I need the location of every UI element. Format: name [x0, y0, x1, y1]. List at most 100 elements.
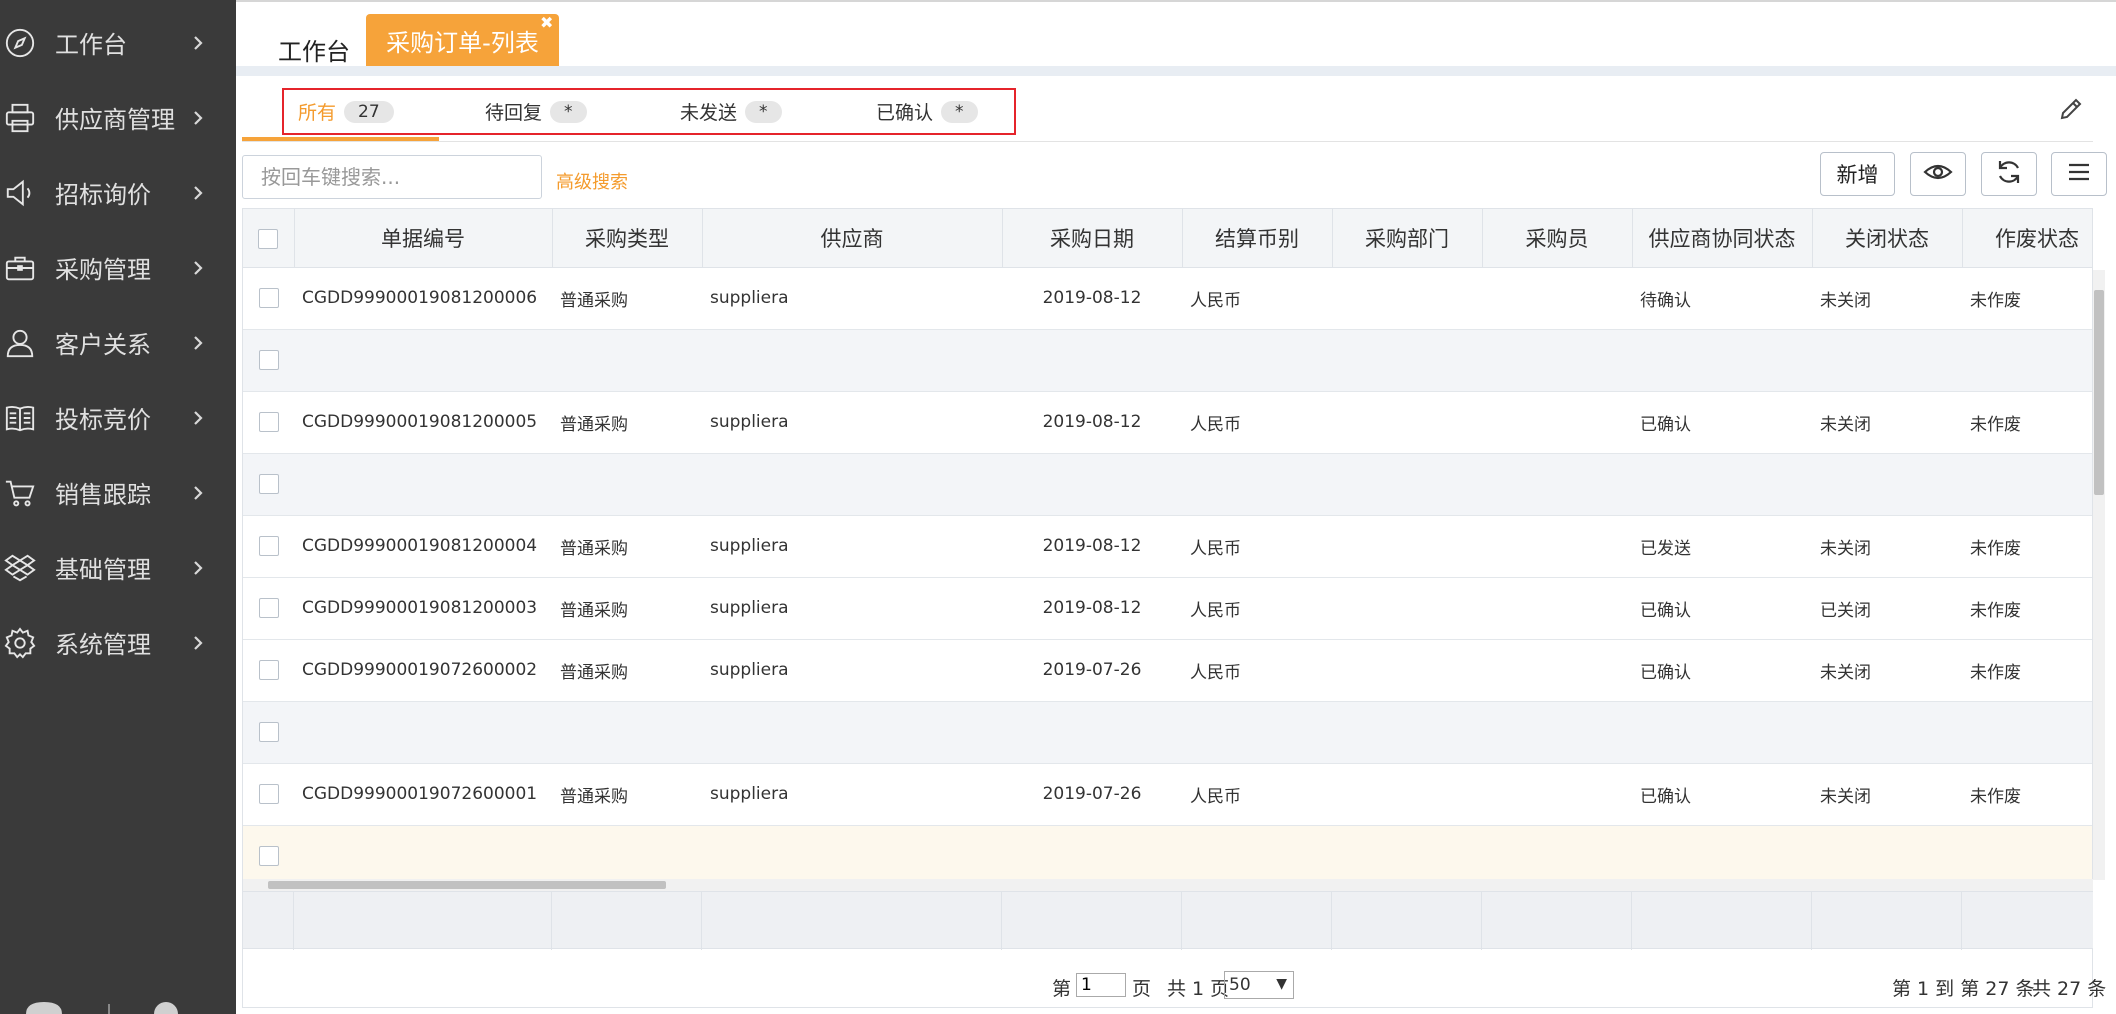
cell-collab-status: 已确认 — [1632, 577, 1812, 640]
row-select-cell[interactable] — [243, 267, 294, 330]
filter-all[interactable]: 所有 27 — [298, 98, 394, 125]
cell-purchase-type — [552, 825, 702, 888]
sidebar-item-label: 系统管理 — [55, 631, 151, 659]
table-row[interactable]: CGDD99900019081200004 普通采购 suppliera 2019-0… — [243, 515, 2092, 578]
cell-supplier — [702, 329, 1002, 392]
sidebar-item-system[interactable]: 系统管理 — [0, 605, 236, 680]
header-void-status[interactable]: 作废状态 — [1962, 209, 2092, 268]
cell-buyer — [1482, 825, 1632, 888]
count-badge: * — [941, 100, 978, 123]
cell-buyer — [1482, 701, 1632, 764]
row-checkbox[interactable] — [258, 846, 279, 866]
pencil-icon[interactable] — [2058, 96, 2084, 122]
cell-dept — [1332, 763, 1482, 826]
row-select-cell[interactable] — [243, 329, 294, 392]
cell-void-status: 未作废 — [1962, 763, 2092, 826]
record-total: 共 27 条 — [2032, 978, 2107, 1000]
advanced-search-link[interactable]: 高级搜索 — [556, 168, 628, 194]
add-button[interactable]: 新增 — [1820, 152, 1895, 196]
header-doc-no[interactable]: 单据编号 — [294, 209, 553, 268]
header-purchase-type[interactable]: 采购类型 — [552, 209, 703, 268]
sidebar-item-supplier[interactable]: 供应商管理 — [0, 80, 236, 155]
filter-pending-reply[interactable]: 待回复 * — [485, 98, 587, 125]
cell-dept — [1332, 515, 1482, 578]
row-select-cell[interactable] — [243, 763, 294, 826]
header-date[interactable]: 采购日期 — [1002, 209, 1183, 268]
refresh-button[interactable] — [1981, 152, 2037, 196]
pagination: 第 页 共 1 页 50 ▼ 第 1 到 第 27 条 共 27 条 — [242, 960, 2106, 1008]
row-select-cell[interactable] — [243, 453, 294, 516]
cell-buyer — [1482, 763, 1632, 826]
table-row[interactable]: CGDD99900019081200003 普通采购 suppliera 2019-0… — [243, 577, 2092, 640]
header-collab-status[interactable]: 供应商协同状态 — [1632, 209, 1813, 268]
row-select-cell[interactable] — [243, 639, 294, 702]
table-row[interactable] — [243, 453, 2092, 516]
row-select-cell[interactable] — [243, 701, 294, 764]
sidebar-item-label: 销售跟踪 — [55, 481, 151, 509]
vertical-scroll-thumb[interactable] — [2094, 290, 2104, 495]
compass-icon — [4, 27, 36, 59]
table-row[interactable] — [243, 701, 2092, 764]
filter-confirmed[interactable]: 已确认 * — [876, 98, 978, 125]
view-button[interactable] — [1910, 152, 1966, 196]
page-size-select[interactable]: 50 ▼ — [1224, 971, 1294, 999]
cell-collab-status: 已确认 — [1632, 391, 1812, 454]
tab-purchase-order-list[interactable]: 采购订单-列表 ✖ — [366, 14, 559, 66]
cell-currency: 人民币 — [1182, 267, 1332, 330]
sidebar-item-purchase[interactable]: 采购管理 — [0, 230, 236, 305]
cell-purchase-type — [552, 453, 702, 516]
row-select-cell[interactable] — [243, 577, 294, 640]
horizontal-scroll-thumb[interactable] — [268, 881, 666, 889]
cell-collab-status: 已确认 — [1632, 763, 1812, 826]
sidebar-item-bidding-inquiry[interactable]: 招标询价 — [0, 155, 236, 230]
table-row[interactable] — [243, 329, 2092, 392]
table-row[interactable] — [243, 825, 2092, 888]
row-select-cell[interactable] — [243, 825, 294, 888]
row-checkbox[interactable] — [258, 350, 279, 370]
header-currency[interactable]: 结算币别 — [1182, 209, 1333, 268]
row-checkbox[interactable] — [258, 722, 279, 742]
sidebar-footer-icons — [0, 994, 236, 1014]
filter-label: 待回复 — [485, 102, 543, 124]
cell-date: 2019-08-12 — [1002, 577, 1182, 640]
cell-doc-no: CGDD99900019081200005 — [294, 391, 552, 454]
chevron-right-icon — [190, 635, 206, 651]
row-checkbox[interactable] — [258, 536, 279, 556]
row-select-cell[interactable] — [243, 391, 294, 454]
cell-doc-no: CGDD99900019081200004 — [294, 515, 552, 578]
page-number-input[interactable] — [1076, 973, 1126, 997]
row-checkbox[interactable] — [258, 288, 279, 308]
cell-doc-no: CGDD99900019072600001 — [294, 763, 552, 826]
row-checkbox[interactable] — [258, 660, 279, 680]
close-icon[interactable]: ✖ — [540, 15, 554, 31]
search-input[interactable] — [242, 155, 542, 199]
row-checkbox[interactable] — [258, 784, 279, 804]
select-all-checkbox[interactable] — [258, 228, 279, 249]
table-row[interactable]: CGDD99900019072600002 普通采购 suppliera 2019-0… — [243, 639, 2092, 702]
header-supplier[interactable]: 供应商 — [702, 209, 1003, 268]
menu-button[interactable] — [2051, 152, 2107, 196]
row-checkbox[interactable] — [258, 474, 279, 494]
sidebar-item-workbench[interactable]: 工作台 — [0, 5, 236, 80]
page-prefix: 第 — [1052, 978, 1072, 1000]
row-checkbox[interactable] — [258, 412, 279, 432]
table-row[interactable]: CGDD99900019081200005 普通采购 suppliera 2019-0… — [243, 391, 2092, 454]
header-buyer[interactable]: 采购员 — [1482, 209, 1633, 268]
sidebar-item-basic[interactable]: 基础管理 — [0, 530, 236, 605]
header-select-all[interactable] — [243, 209, 295, 268]
filter-not-sent[interactable]: 未发送 * — [680, 98, 782, 125]
header-dept[interactable]: 采购部门 — [1332, 209, 1483, 268]
header-close-status[interactable]: 关闭状态 — [1812, 209, 1963, 268]
sidebar-item-tender[interactable]: 投标竞价 — [0, 380, 236, 455]
row-select-cell[interactable] — [243, 515, 294, 578]
row-checkbox[interactable] — [258, 598, 279, 618]
tab-strip — [236, 66, 2116, 76]
sidebar-item-sales-tracking[interactable]: 销售跟踪 — [0, 455, 236, 530]
cell-buyer — [1482, 639, 1632, 702]
sidebar-item-customer[interactable]: 客户关系 — [0, 305, 236, 380]
cell-currency: 人民币 — [1182, 515, 1332, 578]
cell-close-status — [1812, 701, 1962, 764]
tab-workbench[interactable]: 工作台 — [278, 32, 350, 67]
table-row[interactable]: CGDD99900019072600001 普通采购 suppliera 2019-0… — [243, 763, 2092, 826]
table-row[interactable]: CGDD99900019081200006 普通采购 suppliera 2019-0… — [243, 267, 2092, 330]
